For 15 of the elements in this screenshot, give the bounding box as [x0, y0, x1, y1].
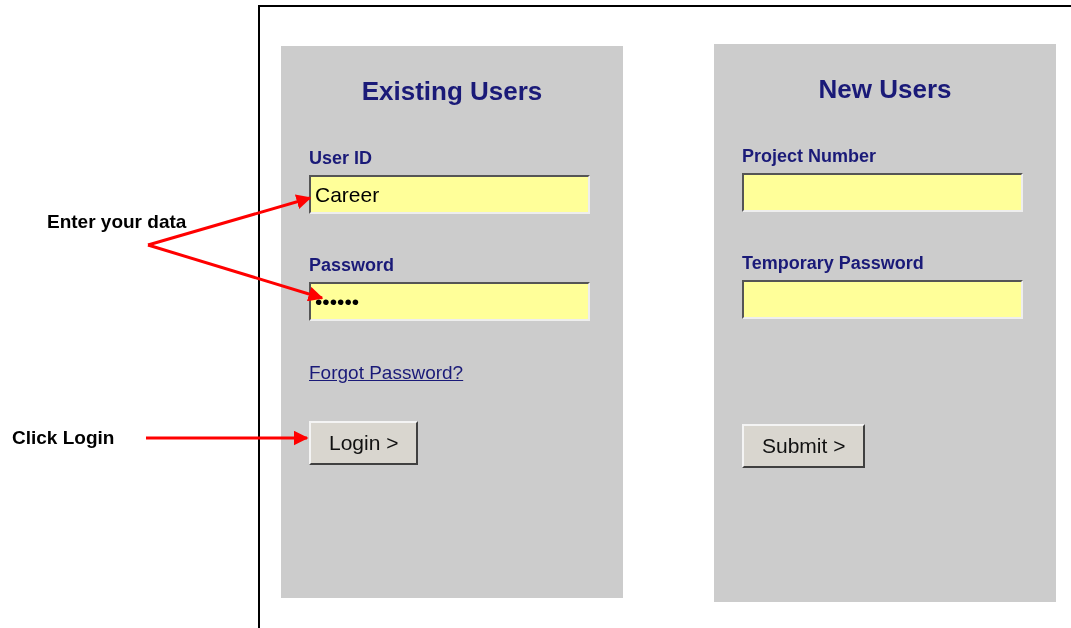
panel-title: New Users [818, 73, 952, 105]
submit-button[interactable]: Submit > [742, 424, 866, 468]
annotation-label: Enter your data [47, 210, 187, 234]
field-label: User ID [309, 147, 373, 169]
field-label: Temporary Password [742, 252, 924, 274]
input-field[interactable]: •••••• [309, 282, 590, 321]
panel-title: Existing Users [361, 75, 543, 107]
field-label: Password [309, 254, 395, 276]
input-field[interactable]: Career [309, 175, 590, 214]
annotation-label: Click Login [12, 426, 116, 450]
field-label: Project Number [742, 145, 877, 167]
input-field[interactable] [742, 280, 1023, 319]
input-field[interactable] [742, 173, 1023, 212]
forgot-password-link[interactable]: Forgot Password? [309, 362, 464, 384]
submit-button[interactable]: Login > [309, 421, 419, 465]
